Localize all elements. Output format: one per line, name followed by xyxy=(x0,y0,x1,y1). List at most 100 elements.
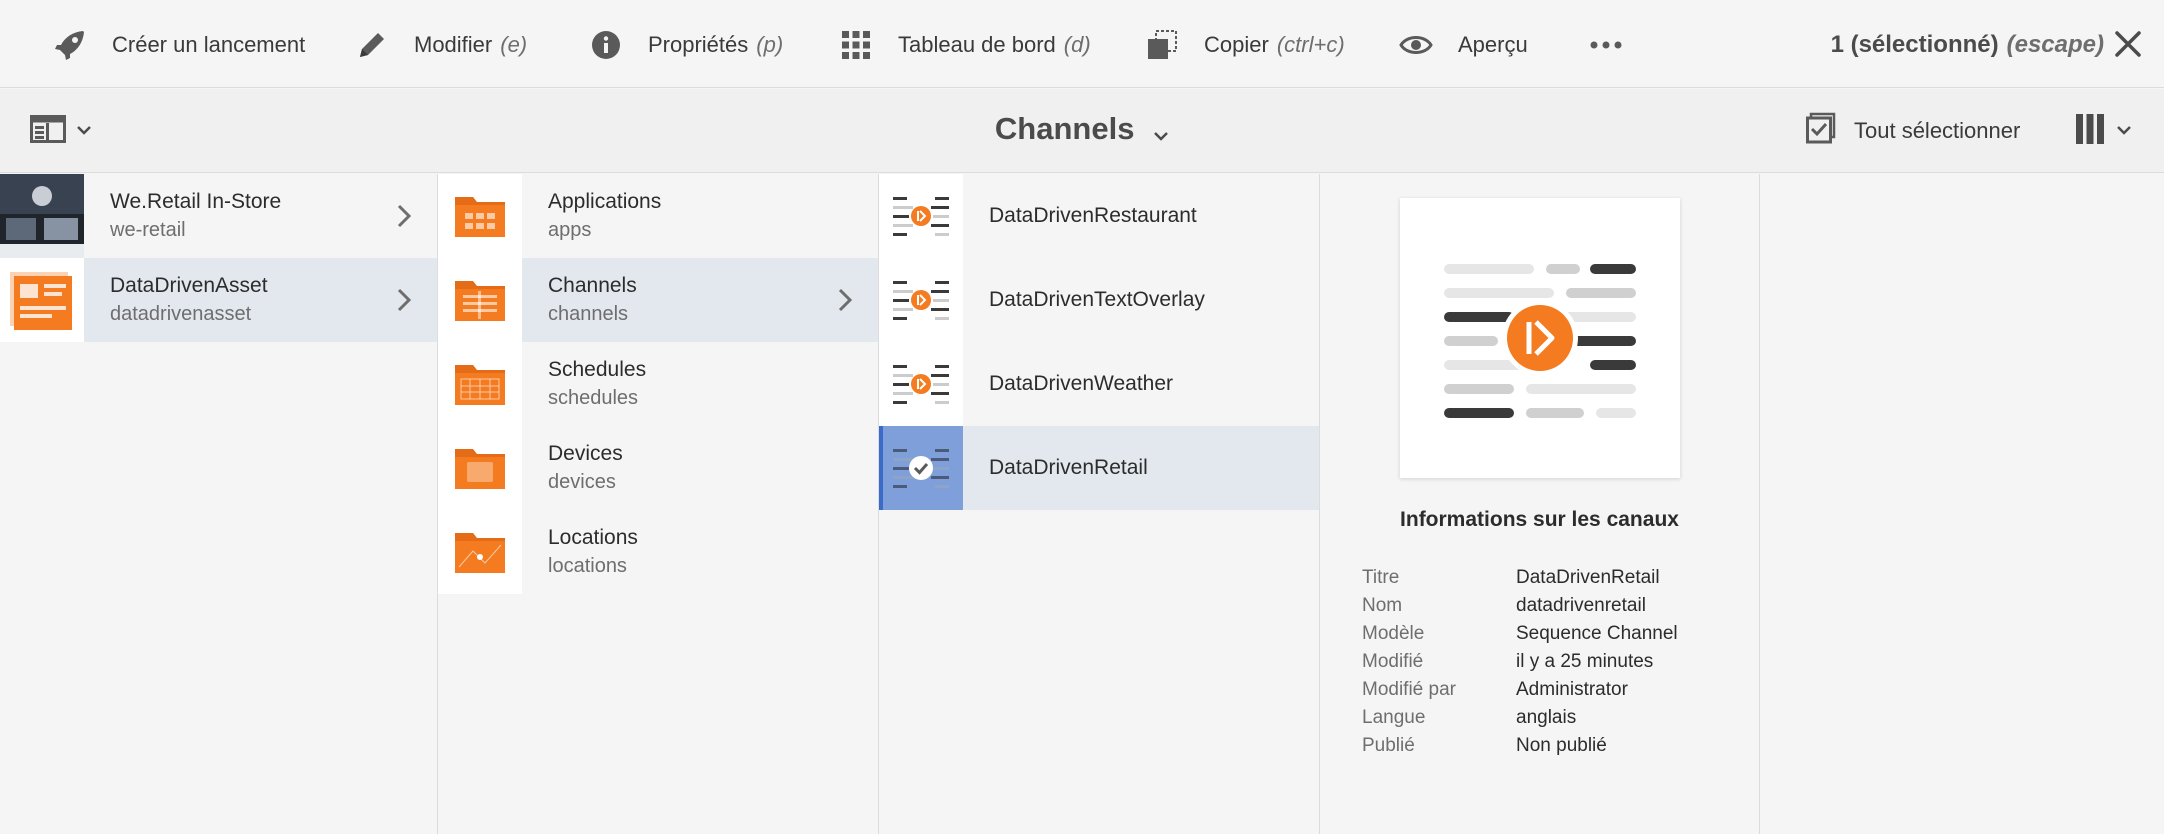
rocket-icon xyxy=(50,25,90,65)
folder-icon xyxy=(438,174,522,258)
list-item[interactable]: DataDrivenRestaurant xyxy=(879,174,1319,258)
list-item[interactable]: DataDrivenWeather xyxy=(879,342,1319,426)
metadata-key: Titre xyxy=(1362,567,1400,588)
metadata-key: Publié xyxy=(1362,735,1415,756)
list-item-selected[interactable]: DataDrivenRetail xyxy=(879,426,1319,510)
preview-panel: Informations sur les canaux Titre DataDr… xyxy=(1320,174,1760,834)
metadata-key: Nom xyxy=(1362,595,1403,616)
item-title: DataDrivenRestaurant xyxy=(989,204,1197,227)
item-subtitle: datadrivenasset xyxy=(110,303,252,325)
list-item[interactable]: Locations locations xyxy=(438,510,878,594)
title-bar: Channels Tout sélectionner xyxy=(0,89,2164,173)
properties-button[interactable]: Propriétés (p) xyxy=(586,24,783,66)
column-channels: DataDrivenRestaurant DataDrivenTextOverl… xyxy=(879,174,1320,834)
preview-thumbnail xyxy=(1400,198,1680,478)
folder-icon xyxy=(438,342,522,426)
view-switcher[interactable] xyxy=(2076,111,2132,151)
channel-icon xyxy=(879,174,963,258)
item-title: Schedules xyxy=(548,358,647,381)
select-all-label: Tout sélectionner xyxy=(1854,118,2021,143)
create-launch-button[interactable]: Créer un lancement xyxy=(50,24,305,66)
list-item[interactable]: Applications apps xyxy=(438,174,878,258)
metadata-value: Non publié xyxy=(1516,735,1607,756)
metadata-value: DataDrivenRetail xyxy=(1516,567,1660,588)
metadata-value: anglais xyxy=(1516,707,1577,728)
item-title: Channels xyxy=(548,274,637,297)
properties-label: Propriétés xyxy=(648,32,749,57)
channel-icon[interactable] xyxy=(879,426,963,510)
properties-shortcut: (p) xyxy=(756,32,784,57)
column-folders: Applications apps Channels channels Sche… xyxy=(438,174,879,834)
pencil-icon xyxy=(352,25,392,65)
metadata-value: Sequence Channel xyxy=(1516,623,1678,644)
item-subtitle: devices xyxy=(548,471,616,493)
info-icon xyxy=(586,25,626,65)
list-item[interactable]: We.Retail In-Store we-retail xyxy=(0,174,437,258)
preview-heading: Informations sur les canaux xyxy=(1400,508,1679,531)
list-item[interactable]: Channels channels xyxy=(438,258,878,342)
item-subtitle: channels xyxy=(548,303,629,325)
metadata-value: il y a 25 minutes xyxy=(1516,651,1654,672)
select-all-button[interactable]: Tout sélectionner xyxy=(1806,111,2020,151)
item-title: DataDrivenRetail xyxy=(989,456,1148,479)
item-subtitle: locations xyxy=(548,555,627,577)
list-item[interactable]: DataDrivenAsset datadrivenasset xyxy=(0,258,437,342)
copy-icon xyxy=(1142,25,1182,65)
metadata-key: Langue xyxy=(1362,707,1426,728)
preview-button[interactable]: Aperçu xyxy=(1396,24,1528,66)
metadata-key: Modifié xyxy=(1362,651,1424,672)
selection-status: 1 (sélectionné) (escape) xyxy=(1831,24,2104,66)
item-subtitle: we-retail xyxy=(110,219,186,241)
item-title: Applications xyxy=(548,190,662,213)
channel-icon xyxy=(879,258,963,342)
page-title-text: Channels xyxy=(994,111,1135,146)
metadata-key: Modèle xyxy=(1362,623,1425,644)
metadata-row: Langue anglais xyxy=(1362,704,1678,732)
datadrivenasset-thumbnail xyxy=(0,258,84,342)
dashboard-label: Tableau de bord xyxy=(898,32,1056,57)
chevron-right-icon xyxy=(397,288,412,317)
selection-shortcut: (escape) xyxy=(2006,31,2104,58)
copy-button[interactable]: Copier (ctrl+c) xyxy=(1142,24,1345,66)
list-item[interactable]: Devices devices xyxy=(438,426,878,510)
item-title: Devices xyxy=(548,442,623,465)
dashboard-button[interactable]: Tableau de bord (d) xyxy=(836,24,1091,66)
action-bar: Créer un lancement Modifier (e) Propriét… xyxy=(0,0,2164,88)
metadata-row: Modifié il y a 25 minutes xyxy=(1362,648,1678,676)
metadata-row: Nom datadrivenretail xyxy=(1362,592,1678,620)
metadata-row: Modèle Sequence Channel xyxy=(1362,620,1678,648)
chevron-down-icon xyxy=(1153,113,1169,149)
preview-label: Aperçu xyxy=(1458,32,1528,57)
chevron-right-icon xyxy=(838,288,853,317)
column-sites: We.Retail In-Store we-retail DataDrivenA… xyxy=(0,174,438,834)
dashboard-shortcut: (d) xyxy=(1063,32,1091,57)
close-icon[interactable] xyxy=(2112,28,2144,60)
list-item[interactable]: Schedules schedules xyxy=(438,342,878,426)
metadata-list: Titre DataDrivenRetail Nom datadrivenret… xyxy=(1362,564,1678,760)
item-title: We.Retail In-Store xyxy=(110,190,282,213)
edit-button[interactable]: Modifier (e) xyxy=(352,24,527,66)
chevron-right-icon xyxy=(397,204,412,233)
metadata-row: Modifié par Administrator xyxy=(1362,676,1678,704)
chevron-down-icon xyxy=(2116,122,2132,140)
eye-icon xyxy=(1396,25,1436,65)
item-title: DataDrivenTextOverlay xyxy=(989,288,1205,311)
copy-label: Copier xyxy=(1204,32,1269,57)
we-retail-thumbnail xyxy=(0,174,84,258)
more-button[interactable] xyxy=(1586,24,1648,66)
selection-count: 1 (sélectionné) xyxy=(1830,31,1999,58)
select-all-icon xyxy=(1806,112,1836,150)
column-view-icon xyxy=(2076,113,2104,149)
channel-icon xyxy=(879,342,963,426)
grid-icon xyxy=(836,25,876,65)
metadata-value: Administrator xyxy=(1516,679,1628,700)
metadata-value: datadrivenretail xyxy=(1516,595,1646,616)
metadata-row: Publié Non publié xyxy=(1362,732,1678,760)
folder-icon xyxy=(438,426,522,510)
empty-column-area xyxy=(1761,174,2164,834)
item-title: Locations xyxy=(548,526,638,549)
copy-shortcut: (ctrl+c) xyxy=(1276,32,1345,57)
item-subtitle: apps xyxy=(548,219,592,241)
edit-shortcut: (e) xyxy=(500,32,528,57)
list-item[interactable]: DataDrivenTextOverlay xyxy=(879,258,1319,342)
